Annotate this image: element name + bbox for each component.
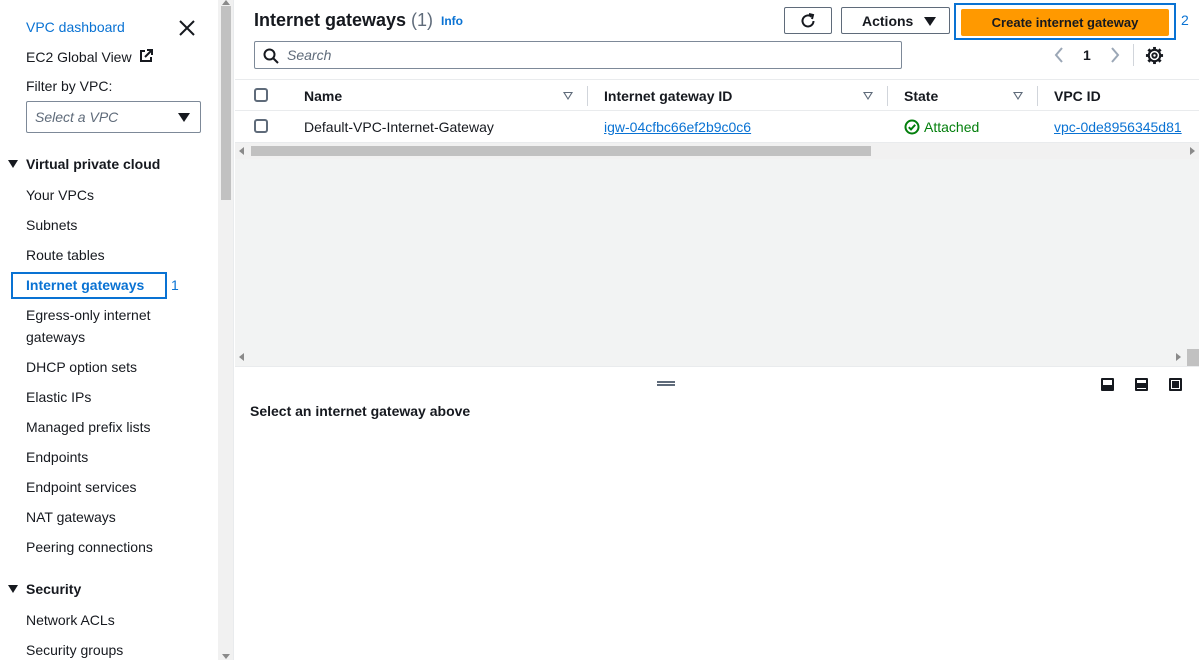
column-header-name[interactable]: Name — [304, 88, 342, 104]
vpc-console: VPC dashboard EC2 Global View Filter by … — [0, 0, 1199, 660]
table-row[interactable]: Default-VPC-Internet-Gateway igw-04cfbc6… — [235, 111, 1199, 143]
section-title: Security — [26, 581, 82, 597]
sort-icon[interactable] — [1013, 92, 1023, 100]
actions-label: Actions — [862, 13, 914, 29]
resize-handle-icon[interactable] — [657, 381, 675, 386]
state-label: Attached — [924, 119, 980, 135]
empty-selection-message: Select an internet gateway above — [250, 403, 471, 419]
main-content: Internet gateways (1) Info Actions Creat… — [235, 0, 1199, 660]
caret-down-icon — [178, 113, 190, 122]
section-virtual-private-cloud[interactable]: Virtual private cloud — [8, 156, 160, 172]
sidebar-item-security-groups[interactable]: Security groups — [26, 639, 176, 660]
sidebar-item-internet-gateways[interactable]: Internet gateways — [11, 272, 167, 299]
split-full-icon[interactable] — [1169, 378, 1182, 391]
column-header-state[interactable]: State — [904, 88, 938, 104]
details-panel: Select an internet gateway above — [235, 366, 1199, 660]
sidebar-scrollbar[interactable] — [218, 0, 234, 660]
sort-icon[interactable] — [863, 92, 873, 100]
search-input[interactable]: Search — [254, 41, 902, 69]
scroll-right-icon[interactable] — [1176, 353, 1181, 361]
main-scrollbar-thumb[interactable] — [1187, 349, 1199, 366]
caret-down-icon — [8, 160, 18, 168]
sidebar-item-peering-connections[interactable]: Peering connections — [26, 536, 176, 558]
scroll-up-icon[interactable] — [222, 0, 230, 5]
row-checkbox[interactable] — [254, 119, 268, 133]
item-count: (1) — [411, 10, 433, 30]
table-header: Name Internet gateway ID State VPC ID — [235, 79, 1199, 111]
scrollbar-thumb[interactable] — [251, 146, 871, 156]
split-half-icon[interactable] — [1135, 378, 1148, 391]
page-title: Internet gateways — [254, 10, 407, 30]
column-header-vpc-id[interactable]: VPC ID — [1054, 88, 1101, 104]
cell-internet-gateway-id-link[interactable]: igw-04cfbc66ef2b9c0c6 — [604, 119, 751, 135]
search-placeholder: Search — [287, 47, 332, 63]
column-divider[interactable] — [1037, 86, 1038, 106]
vpc-dashboard-link[interactable]: VPC dashboard — [26, 19, 125, 35]
sort-icon[interactable] — [563, 92, 573, 100]
column-divider[interactable] — [587, 86, 588, 106]
search-icon — [263, 48, 279, 64]
create-internet-gateway-button[interactable]: Create internet gateway — [961, 9, 1169, 36]
ec2-global-view-link[interactable]: EC2 Global View — [26, 49, 154, 65]
ec2-global-view-label: EC2 Global View — [26, 49, 132, 65]
scroll-right-icon[interactable] — [1190, 147, 1195, 155]
side-navigation: VPC dashboard EC2 Global View Filter by … — [0, 0, 218, 660]
column-divider[interactable] — [887, 86, 888, 106]
gear-icon[interactable] — [1145, 46, 1164, 65]
refresh-icon — [801, 13, 815, 28]
chevron-right-icon[interactable] — [1109, 46, 1121, 64]
sidebar-item-your-vpcs[interactable]: Your VPCs — [26, 184, 176, 206]
chevron-left-icon[interactable] — [1053, 46, 1065, 64]
sidebar-item-network-acls[interactable]: Network ACLs — [26, 609, 176, 631]
cell-vpc-id-link[interactable]: vpc-0de8956345d81 — [1054, 119, 1182, 135]
caret-down-icon — [8, 585, 18, 593]
sidebar-item-endpoints[interactable]: Endpoints — [26, 446, 176, 468]
caret-down-icon — [924, 17, 936, 26]
scroll-left-icon[interactable] — [239, 147, 244, 155]
scroll-left-icon[interactable] — [239, 353, 244, 361]
external-link-icon — [140, 49, 154, 62]
vpc-filter-select[interactable]: Select a VPC — [26, 101, 201, 133]
sidebar-item-subnets[interactable]: Subnets — [26, 214, 176, 236]
sidebar-item-managed-prefix-lists[interactable]: Managed prefix lists — [26, 416, 176, 438]
table-horizontal-scrollbar[interactable] — [235, 143, 1199, 159]
actions-dropdown-button[interactable]: Actions — [841, 7, 950, 34]
status-success-icon — [904, 119, 920, 135]
annotation-marker: 2 — [1181, 12, 1189, 28]
close-icon[interactable] — [178, 19, 196, 37]
scroll-down-icon[interactable] — [222, 654, 230, 659]
scrollbar-thumb[interactable] — [221, 6, 231, 200]
section-title: Virtual private cloud — [26, 156, 161, 172]
sidebar-item-dhcp-option-sets[interactable]: DHCP option sets — [26, 356, 176, 378]
section-security[interactable]: Security — [8, 581, 81, 597]
cell-state: Attached — [904, 119, 979, 135]
create-highlight-box: Create internet gateway — [954, 3, 1176, 40]
page-horizontal-scrollbar[interactable] — [235, 349, 1199, 365]
split-bottom-icon[interactable] — [1101, 378, 1114, 391]
sidebar-item-egress-only-internet-gateways[interactable]: Egress-only internet gateways — [26, 304, 176, 348]
select-all-checkbox[interactable] — [254, 88, 268, 102]
sidebar-item-label: Internet gateways — [26, 277, 145, 293]
filter-by-vpc-label: Filter by VPC: — [26, 78, 113, 94]
cell-name: Default-VPC-Internet-Gateway — [304, 119, 494, 135]
vpc-filter-placeholder: Select a VPC — [35, 109, 119, 125]
sidebar-item-route-tables[interactable]: Route tables — [26, 244, 176, 266]
internet-gateways-table: Name Internet gateway ID State VPC ID De… — [235, 79, 1199, 366]
divider — [1133, 44, 1134, 66]
info-link[interactable]: Info — [441, 14, 463, 28]
page-number[interactable]: 1 — [1083, 47, 1091, 63]
refresh-button[interactable] — [784, 7, 832, 34]
annotation-marker: 1 — [171, 277, 179, 293]
sidebar-item-endpoint-services[interactable]: Endpoint services — [26, 476, 176, 498]
sidebar-item-nat-gateways[interactable]: NAT gateways — [26, 506, 176, 528]
column-header-internet-gateway-id[interactable]: Internet gateway ID — [604, 88, 732, 104]
sidebar-item-elastic-ips[interactable]: Elastic IPs — [26, 386, 176, 408]
